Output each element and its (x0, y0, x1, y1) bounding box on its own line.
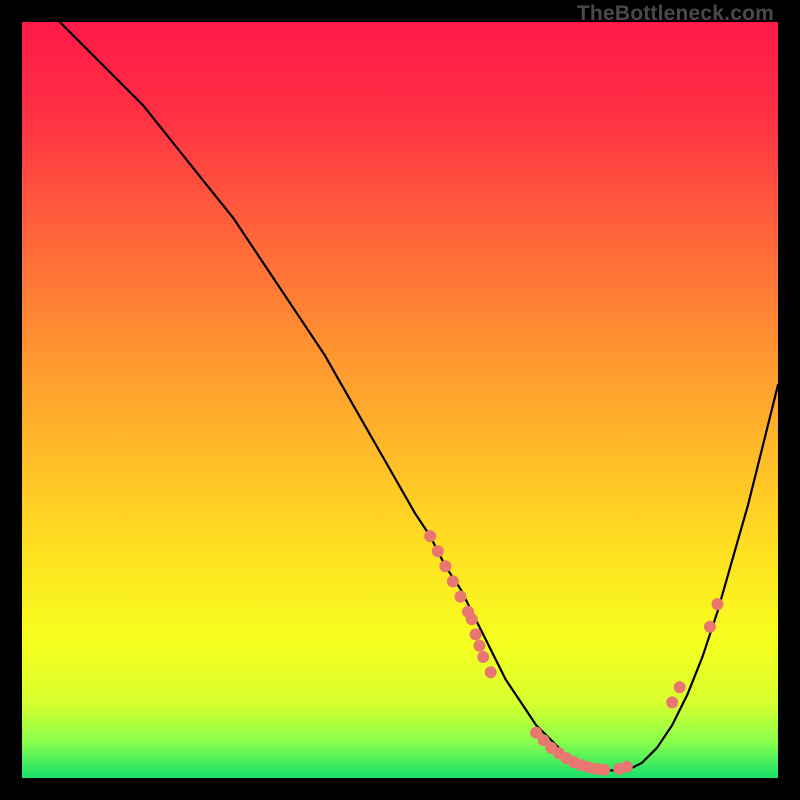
curve-marker (473, 640, 485, 652)
curve-marker (447, 575, 459, 587)
curve-marker (674, 681, 686, 693)
curve-marker (621, 761, 633, 773)
curve-marker (666, 696, 678, 708)
curve-marker (455, 591, 467, 603)
curve-marker (704, 621, 716, 633)
curve-layer (22, 22, 778, 778)
watermark-text: TheBottleneck.com (577, 2, 774, 26)
plot-area (22, 22, 778, 778)
curve-marker (424, 530, 436, 542)
curve-marker (432, 545, 444, 557)
curve-marker (439, 560, 451, 572)
curve-marker (485, 666, 497, 678)
curve-markers (424, 530, 723, 776)
curve-marker (466, 613, 478, 625)
curve-marker (598, 764, 610, 776)
chart-stage: TheBottleneck.com (0, 0, 800, 800)
curve-marker (477, 651, 489, 663)
curve-marker (712, 598, 724, 610)
bottleneck-curve (22, 22, 778, 770)
curve-marker (470, 628, 482, 640)
